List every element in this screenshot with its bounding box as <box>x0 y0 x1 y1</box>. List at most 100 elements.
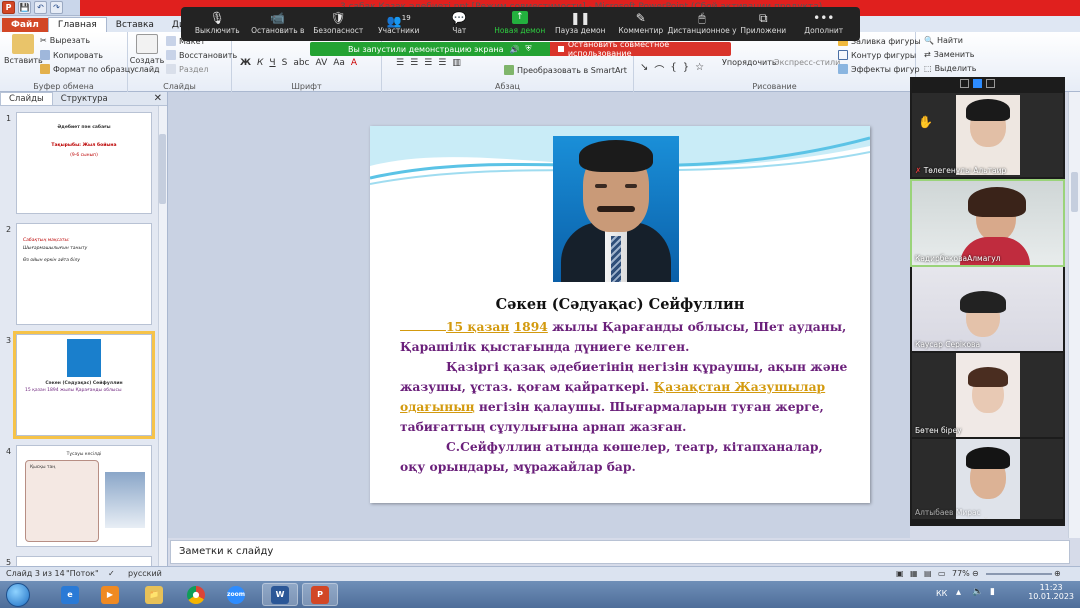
grid-view-icon[interactable] <box>986 79 995 88</box>
participants-button[interactable]: 👥19 Участники <box>369 11 430 41</box>
keyboard-language[interactable]: КК <box>936 589 947 598</box>
slides-panel-scrollbar[interactable] <box>158 106 167 567</box>
language-indicator[interactable]: русский <box>128 569 162 578</box>
view-normal-icon[interactable]: ▣ <box>896 569 904 578</box>
copy-icon <box>40 50 50 60</box>
slide-area-scrollbar[interactable] <box>1068 92 1080 538</box>
taskbar-media-player[interactable]: ▶ <box>92 583 128 606</box>
stop-share-button[interactable]: Остановить совместное использование <box>550 40 731 58</box>
network-icon[interactable]: ▮ <box>990 587 995 597</box>
shape-gallery[interactable]: ↘ ⌒ {} ☆ <box>640 62 704 77</box>
participants-count: 19 <box>401 14 411 22</box>
shape-fill-label: Заливка фигуры <box>851 36 921 46</box>
reset-button[interactable]: Восстановить <box>166 50 237 60</box>
view-sorter-icon[interactable]: ▦ <box>910 569 918 578</box>
convert-smartart-button[interactable]: Преобразовать в SmartArt <box>504 65 627 75</box>
italic-icon[interactable]: К <box>257 58 263 68</box>
participant-tile[interactable]: Каусар Серікова <box>912 267 1063 351</box>
close-icon[interactable]: ✕ <box>154 93 162 104</box>
minimize-icon[interactable] <box>960 79 969 88</box>
taskbar-powerpoint[interactable]: P <box>302 583 338 606</box>
clock[interactable]: 11:23 10.01.2023 <box>1028 583 1074 601</box>
current-slide[interactable]: Сәкен (Сәдуақас) Сейфуллин 15 қазан 1894… <box>370 126 870 503</box>
taskbar-word[interactable]: W <box>262 583 298 606</box>
mute-button[interactable]: 🎙 Выключить <box>187 11 248 41</box>
chevron-down-icon[interactable]: ⌄ <box>982 512 990 522</box>
tab-file[interactable]: Файл <box>2 18 48 32</box>
pause-share-button[interactable]: ❚❚ Пауза демон <box>550 11 611 41</box>
section-button[interactable]: Раздел <box>166 64 209 74</box>
security-button[interactable]: 🛡 Безопасност <box>308 11 369 41</box>
tray-expand-icon[interactable]: ▴ <box>956 587 961 598</box>
align-center-icon[interactable]: ☰ <box>410 58 418 68</box>
align-left-icon[interactable]: ☰ <box>396 58 404 68</box>
underline-icon[interactable]: Ч <box>269 58 275 68</box>
participant-tile[interactable]: Алтыбаев Мирас <box>912 439 1063 519</box>
slide-title[interactable]: Сәкен (Сәдуақас) Сейфуллин <box>370 296 870 313</box>
find-button[interactable]: 🔍 Найти <box>924 36 963 45</box>
zoom-out-icon[interactable]: ⊖ <box>972 569 979 578</box>
justify-icon[interactable]: ☰ <box>438 58 446 68</box>
taskbar-internet-explorer[interactable]: e <box>52 583 88 606</box>
microphone-icon: 🎙 <box>209 11 225 25</box>
strikethrough-icon[interactable]: S <box>282 58 288 68</box>
scroll-thumb[interactable] <box>159 134 166 204</box>
align-right-icon[interactable]: ☰ <box>424 58 432 68</box>
bold-icon[interactable]: Ж <box>240 58 251 68</box>
annotate-button[interactable]: ✎ Комментир <box>611 11 672 41</box>
replace-button[interactable]: ⇄ Заменить <box>924 50 975 59</box>
zoom-in-icon[interactable]: ⊕ <box>1054 569 1061 578</box>
spacing-icon[interactable]: AV <box>316 58 328 68</box>
zoom-slider[interactable] <box>986 573 1052 575</box>
participant-tile[interactable]: ✋ ✗ Төлегенұлы Альтаир <box>912 93 1063 177</box>
shape-outline-button[interactable]: Контур фигуры <box>838 50 916 60</box>
taskbar-chrome[interactable]: ● <box>178 583 214 606</box>
arrange-button[interactable]: Упорядочить <box>722 58 777 67</box>
powerpoint-icon[interactable]: P <box>2 1 15 14</box>
participant-tile-active-speaker[interactable]: КадирбековаАлмагул <box>910 179 1065 267</box>
more-button[interactable]: ••• Дополнит <box>794 11 855 41</box>
new-slide-button[interactable]: Создать слайд <box>130 34 164 74</box>
annotate-icon: ✎ <box>635 11 646 25</box>
shape-effects-button[interactable]: Эффекты фигур <box>838 64 920 74</box>
case-icon[interactable]: Aa <box>333 58 345 68</box>
font-color-icon[interactable]: A <box>351 58 357 68</box>
quick-styles-button[interactable]: Экспресс-стили <box>774 58 840 67</box>
taskbar-file-explorer[interactable]: 📁 <box>136 583 172 606</box>
stop-video-button[interactable]: 📹 Остановить в <box>248 11 309 41</box>
columns-icon[interactable]: ▥ <box>452 58 461 68</box>
tab-home[interactable]: Главная <box>47 17 107 32</box>
zoom-level[interactable]: 77% <box>952 569 970 578</box>
participant-tile[interactable]: Бөтен біреу <box>912 353 1063 437</box>
save-icon[interactable]: 💾 <box>18 1 31 14</box>
tab-outline[interactable]: Структура <box>53 93 116 105</box>
shadow-icon[interactable]: abc <box>293 58 309 68</box>
format-painter-button[interactable]: Формат по образцу <box>40 64 135 74</box>
chat-label: Чат <box>452 26 467 35</box>
apps-button[interactable]: ⧉ Приложени <box>733 11 794 41</box>
portrait-tie <box>611 236 621 282</box>
taskbar-zoom[interactable]: zoom <box>218 583 254 606</box>
view-slideshow-icon[interactable]: ▭ <box>938 569 946 578</box>
copy-button[interactable]: Копировать <box>40 50 103 60</box>
view-reading-icon[interactable]: ▤ <box>924 569 932 578</box>
new-share-button[interactable]: ↑ Новая демон <box>490 11 551 41</box>
chat-button[interactable]: 💬 Чат <box>429 11 490 41</box>
slide-body-text[interactable]: 15 қазан 1894 жылы Қарағанды облысы, Шет… <box>400 317 850 477</box>
tab-insert[interactable]: Вставка <box>107 18 163 32</box>
effects-icon <box>838 64 848 74</box>
portrait-photo[interactable] <box>553 136 679 282</box>
remote-control-button[interactable]: 🖱 Дистанционное у <box>667 11 736 41</box>
slide-notes[interactable]: Заметки к слайду <box>170 540 1070 564</box>
scroll-thumb[interactable] <box>1071 172 1078 212</box>
redo-icon[interactable]: ↷ <box>50 1 63 14</box>
select-button[interactable]: ⬚ Выделить <box>924 64 977 73</box>
volume-icon[interactable]: 🔈 <box>972 587 983 597</box>
spellcheck-icon[interactable]: ✓ <box>108 569 115 578</box>
cut-button[interactable]: ✂ Вырезать <box>40 36 90 45</box>
speaker-view-icon[interactable] <box>973 79 982 88</box>
undo-icon[interactable]: ↶ <box>34 1 47 14</box>
start-button[interactable] <box>6 583 30 607</box>
tab-slides[interactable]: Слайды <box>0 92 53 105</box>
paste-button[interactable]: Вставить <box>4 34 43 65</box>
